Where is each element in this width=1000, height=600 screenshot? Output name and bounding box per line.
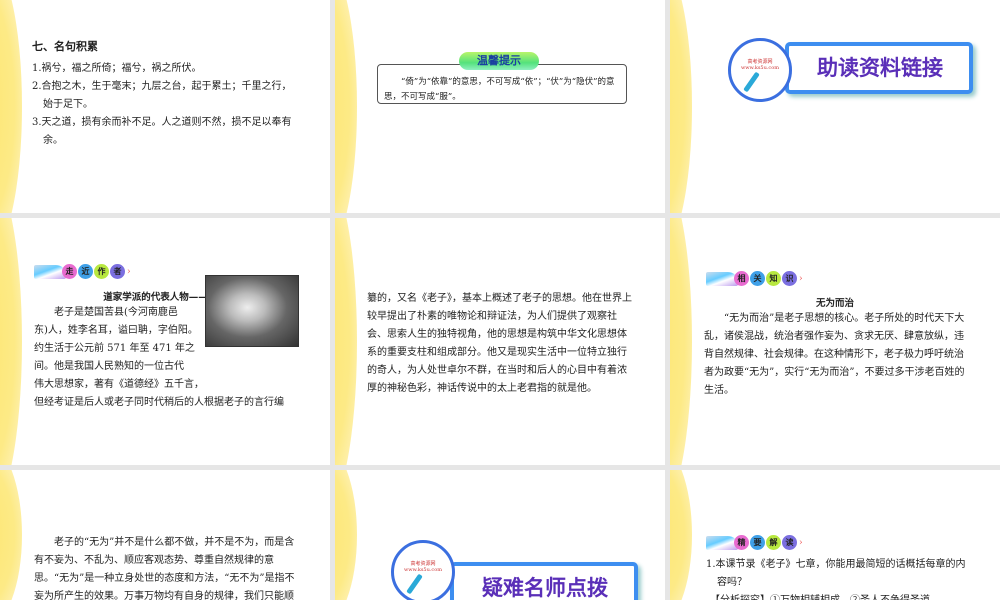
slide-author-continued[interactable]: 纂的，又名《老子》，基本上概述了老子的思想。他在世界上较早提出了朴素的唯物论和辩… [335, 218, 665, 465]
pen-icon [406, 573, 423, 595]
banner-title: 疑难名师点拨 [450, 562, 638, 600]
tip-text: “倚”为“依靠”的意思，不可写成“依”；“伏”为“隐伏”的意思，不可写成“服”。 [384, 77, 615, 102]
logo-text: 高考资源网 [410, 561, 436, 567]
slide-reading-materials[interactable]: 助读资料链接 高考资源网 www.ks5u.com [670, 0, 1000, 213]
logo-url: www.ks5u.com [741, 65, 779, 71]
slide-author-intro[interactable]: 走 近 作 者 › 道家学派的代表人物——老子 老子是楚国苦县(今河南鹿邑 东)… [0, 218, 330, 465]
arrow-icon: › [799, 537, 803, 548]
logo-circle: 高考资源网 www.ks5u.com [391, 540, 455, 600]
question: 1.本课节录《老子》七章，你能用最简短的话概括每章的内容吗？ [706, 559, 966, 588]
slide-key-points[interactable]: 精 要 解 读 › 1.本课节录《老子》七章，你能用最简短的话概括每章的内容吗？… [670, 470, 1000, 600]
quotes-content: 七、名句积累 1.祸兮，福之所倚；福兮，祸之所伏。 2.合抱之木，生于毫末；九层… [32, 38, 300, 150]
section-label: 精 要 解 读 › [706, 535, 803, 550]
quote-3: 3.天之道，损有余而补不足。人之道则不然，损不足以奉有余。 [32, 117, 292, 146]
logo-text: 高考资源网 [747, 59, 773, 65]
label-char: 知 [766, 271, 781, 286]
label-char: 相 [734, 271, 749, 286]
slide-wuwei-explanation[interactable]: 老子的“无为”并不是什么都不做，并不是不为，而是含有不妄为、不乱为、顺应客观态势… [0, 470, 330, 600]
text-line: 间。他是我国人民熟知的一位古代 [34, 361, 184, 372]
text-line: 但经考证是后人或老子同时代稍后的人根据老子的言行编 [34, 397, 284, 408]
label-char: 精 [734, 535, 749, 550]
label-char: 关 [750, 271, 765, 286]
banner-title: 助读资料链接 [785, 42, 973, 94]
laozi-statue-photo [205, 275, 299, 347]
tip-badge: 温馨提示 [459, 52, 539, 70]
quote-1: 1.祸兮，福之所倚；福兮，祸之所伏。 [32, 63, 202, 74]
pen-icon [743, 71, 760, 93]
slide-warm-tip[interactable]: “倚”为“依靠”的意思，不可写成“依”；“伏”为“隐伏”的意思，不可写成“服”。… [335, 0, 665, 213]
tip-box: “倚”为“依靠”的意思，不可写成“依”；“伏”为“隐伏”的意思，不可写成“服”。 [377, 64, 627, 104]
wuwei-text: 老子的“无为”并不是什么都不做，并不是不为，而是含有不妄为、不乱为、顺应客观态势… [34, 537, 295, 600]
text-line: 伟大思想家，著有《道德经》五千言， [34, 379, 204, 390]
section-label: 相 关 知 识 › [706, 271, 803, 286]
section-label: 走 近 作 者 › [34, 264, 131, 279]
label-char: 作 [94, 264, 109, 279]
arrow-icon: › [127, 266, 131, 277]
quote-2: 2.合抱之木，生于毫末；九层之台，起于累土；千里之行，始于足下。 [32, 81, 292, 110]
section-heading: 七、名句积累 [32, 40, 98, 53]
label-char: 解 [766, 535, 781, 550]
key-points-text: 1.本课节录《老子》七章，你能用最简短的话概括每章的内容吗？ 【分析探究】①万物… [706, 556, 970, 600]
arrow-icon: › [799, 273, 803, 284]
label-char: 读 [782, 535, 797, 550]
logo-circle: 高考资源网 www.ks5u.com [728, 38, 792, 102]
label-char: 识 [782, 271, 797, 286]
analysis: 【分析探究】①万物相辅相成。②圣人不争得圣道 [706, 592, 970, 600]
slide-related-knowledge[interactable]: 相 关 知 识 › 无为而治 “无为而治”是老子思想的核心。老子所处的时代天下大… [670, 218, 1000, 465]
slide-teacher-tips[interactable]: 疑难名师点拨 高考资源网 www.ks5u.com [335, 470, 665, 600]
logo-url: www.ks5u.com [404, 567, 442, 573]
slide-famous-quotes[interactable]: 七、名句积累 1.祸兮，福之所倚；福兮，祸之所伏。 2.合抱之木，生于毫末；九层… [0, 0, 330, 213]
knowledge-text: “无为而治”是老子思想的核心。老子所处的时代天下大乱，诸侯混战，统治者强作妄为、… [704, 313, 965, 396]
label-char: 走 [62, 264, 77, 279]
continued-text: 纂的，又名《老子》，基本上概述了老子的思想。他在世界上较早提出了朴素的唯物论和辩… [367, 293, 632, 394]
label-char: 要 [750, 535, 765, 550]
content-title: 无为而治 [815, 298, 854, 309]
label-char: 近 [78, 264, 93, 279]
label-char: 者 [110, 264, 125, 279]
